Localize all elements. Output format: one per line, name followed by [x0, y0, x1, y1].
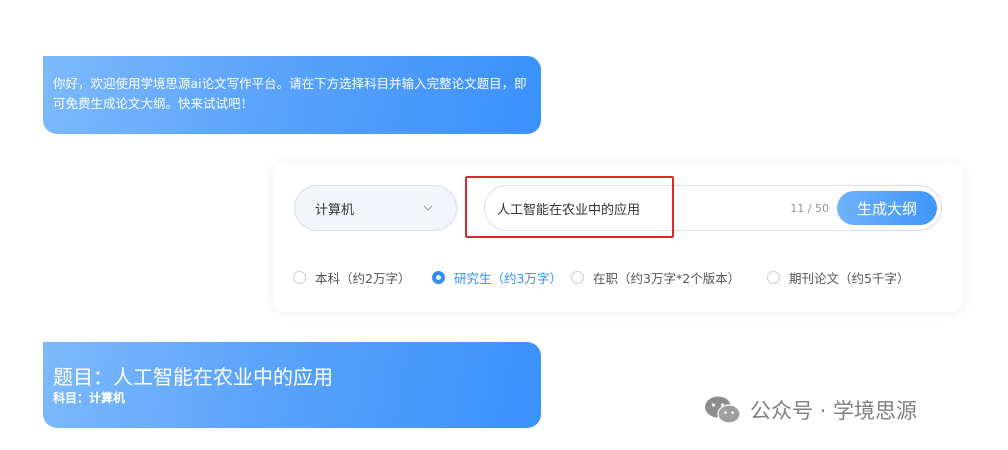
wechat-icon	[705, 396, 741, 424]
radio-icon	[293, 271, 306, 284]
title-input[interactable]	[497, 186, 787, 230]
greeting-bubble: 你好，欢迎使用学境思源ai论文写作平台。请在下方选择科目并输入完整论文题目，即可…	[43, 56, 541, 134]
radio-icon	[767, 271, 780, 284]
greeting-text: 你好，欢迎使用学境思源ai论文写作平台。请在下方选择科目并输入完整论文题目，即可…	[53, 76, 527, 111]
degree-option-label: 本科（约2万字）	[315, 271, 411, 286]
generate-outline-button[interactable]: 生成大纲	[837, 191, 937, 225]
char-count: 11 / 50	[790, 202, 829, 215]
chevron-down-icon	[423, 205, 433, 211]
degree-option-undergrad[interactable]: 本科（约2万字）	[293, 268, 410, 287]
outline-form-card: 计算机 11 / 50 生成大纲 本科（约2万字） 研究生（约3万字） 在职（约…	[273, 163, 963, 312]
degree-option-journal[interactable]: 期刊论文（约5千字）	[767, 268, 909, 287]
radio-icon	[571, 271, 584, 284]
degree-option-graduate[interactable]: 研究生（约3万字）	[432, 268, 562, 287]
watermark-text: 公众号 · 学境思源	[750, 399, 918, 423]
result-subject: 科目：计算机	[53, 391, 126, 405]
radio-checked-icon	[432, 271, 445, 284]
subject-select[interactable]: 计算机	[294, 185, 457, 231]
result-bubble: 题目：人工智能在农业中的应用 科目：计算机	[43, 342, 541, 428]
degree-option-inservice[interactable]: 在职（约3万字*2个版本）	[571, 268, 740, 287]
degree-option-label: 研究生（约3万字）	[454, 271, 562, 286]
subject-selected-value: 计算机	[315, 202, 355, 218]
watermark: 公众号 · 学境思源	[704, 390, 917, 430]
degree-option-label: 在职（约3万字*2个版本）	[593, 271, 741, 286]
degree-option-label: 期刊论文（约5千字）	[789, 271, 910, 286]
chat-page: 你好，欢迎使用学境思源ai论文写作平台。请在下方选择科目并输入完整论文题目，即可…	[0, 0, 1008, 450]
title-input-container: 11 / 50 生成大纲	[484, 185, 942, 231]
result-title: 题目：人工智能在农业中的应用	[53, 365, 333, 389]
